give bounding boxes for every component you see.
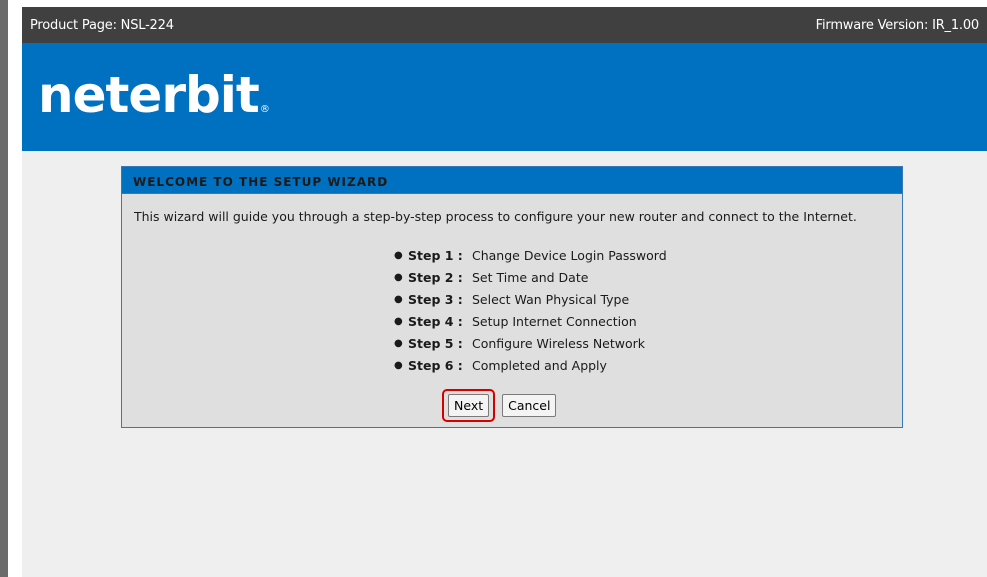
step-text: Select Wan Physical Type [472, 292, 630, 307]
step-item: ● Step 3 : Select Wan Physical Type [394, 289, 667, 311]
step-text: Completed and Apply [472, 358, 607, 373]
step-label: Step 6 : [408, 358, 463, 373]
step-item: ● Step 5 : Configure Wireless Network [394, 333, 667, 355]
step-item: ● Step 1 : Change Device Login Password [394, 245, 667, 267]
step-text: Setup Internet Connection [472, 314, 637, 329]
bullet-icon: ● [394, 316, 403, 327]
brand-banner: neterbit® [22, 43, 987, 151]
step-text: Change Device Login Password [472, 248, 667, 263]
step-text: Configure Wireless Network [472, 336, 646, 351]
logo-text: neterbit [38, 66, 260, 124]
step-item: ● Step 2 : Set Time and Date [394, 267, 667, 289]
step-label: Step 1 : [408, 248, 463, 263]
wizard-steps-list: ● Step 1 : Change Device Login Password … [394, 245, 667, 377]
step-label: Step 2 : [408, 270, 463, 285]
next-button[interactable]: Next [448, 394, 490, 417]
cancel-button[interactable]: Cancel [502, 394, 557, 417]
next-button-highlight: Next [442, 389, 496, 422]
step-label: Step 4 : [408, 314, 463, 329]
registered-mark: ® [259, 104, 270, 115]
step-item: ● Step 4 : Setup Internet Connection [394, 311, 667, 333]
left-rail [0, 0, 8, 577]
step-item: ● Step 6 : Completed and Apply [394, 355, 667, 377]
top-bar: Product Page: NSL-224 Firmware Version: … [22, 7, 987, 43]
bullet-icon: ● [394, 250, 403, 261]
bullet-icon: ● [394, 294, 403, 305]
bullet-icon: ● [394, 360, 403, 371]
wizard-title: WELCOME TO THE SETUP WIZARD [122, 167, 902, 194]
bullet-icon: ● [394, 272, 403, 283]
top-strip [0, 0, 987, 7]
brand-logo: neterbit® [38, 65, 270, 140]
wizard-intro-text: This wizard will guide you through a ste… [134, 209, 857, 224]
product-label: Product Page: NSL-224 [30, 17, 174, 33]
main-content: WELCOME TO THE SETUP WIZARD This wizard … [22, 151, 987, 577]
setup-wizard-panel: WELCOME TO THE SETUP WIZARD This wizard … [121, 166, 903, 428]
step-text: Set Time and Date [472, 270, 589, 285]
step-label: Step 5 : [408, 336, 463, 351]
bullet-icon: ● [394, 338, 403, 349]
firmware-version: Firmware Version: IR_1.00 [815, 17, 980, 33]
step-label: Step 3 : [408, 292, 463, 307]
wizard-buttons: Next Cancel [442, 389, 557, 422]
